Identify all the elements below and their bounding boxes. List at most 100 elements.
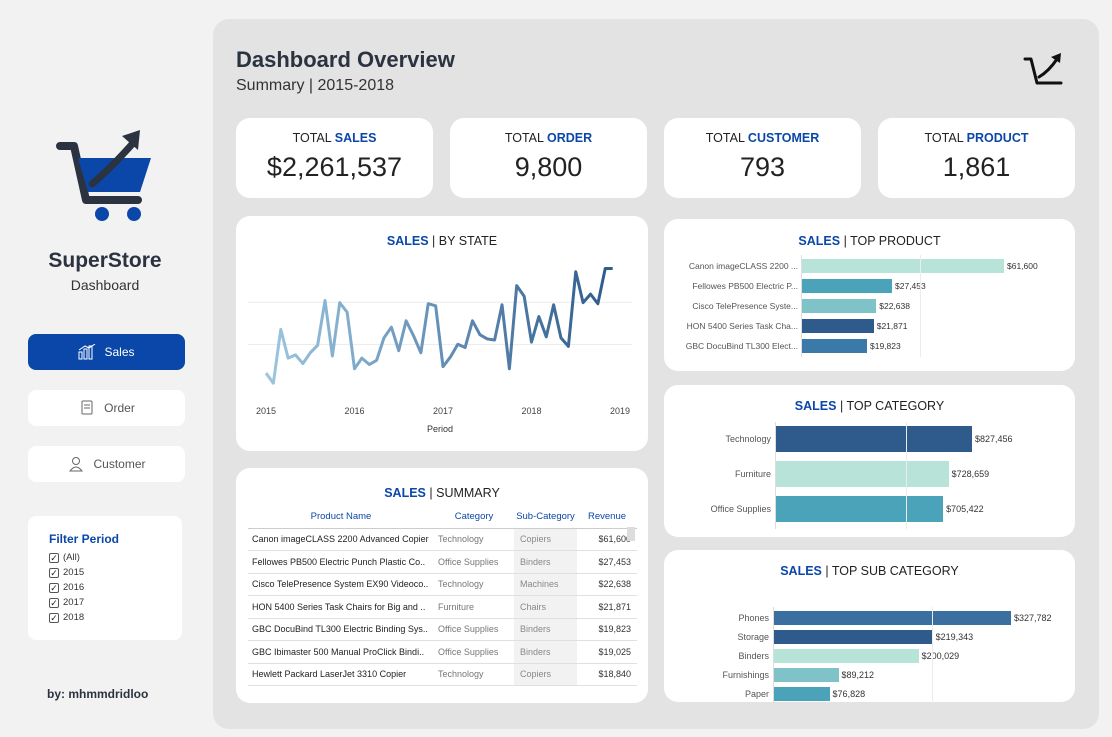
table-cell: $21,871: [577, 595, 637, 619]
column-header[interactable]: Product Name: [248, 506, 434, 529]
bar[interactable]: [774, 630, 933, 644]
bar-category-label: Furniture: [734, 469, 771, 479]
filter-option-2016[interactable]: ✓ 2016: [49, 580, 182, 595]
x-tick-label: 2018: [521, 406, 541, 416]
kpi-label: TOTAL CUSTOMER: [705, 131, 820, 145]
x-axis-label: Period: [427, 424, 453, 434]
column-header[interactable]: Revenue: [577, 506, 637, 529]
bar-value-label: $200,029: [921, 651, 960, 661]
table-row[interactable]: Canon imageCLASS 2200 Advanced Copier Tec…: [248, 528, 637, 551]
table-cell: Technology: [434, 528, 514, 551]
bar-axis-line: [775, 422, 776, 529]
bar-value-label: $61,600: [1007, 261, 1038, 271]
table-row[interactable]: Cisco TelePresence System EX90 Videoco..…: [248, 573, 637, 596]
kpi-value: $2,261,537: [266, 152, 403, 182]
bar-value-label: $705,422: [946, 504, 984, 514]
kpi-label: TOTAL ORDER: [504, 131, 593, 145]
bar[interactable]: [774, 611, 1011, 625]
author-credit: by: mhmmdridloo: [47, 687, 149, 701]
bar-grid-line: [906, 422, 907, 529]
checkbox-checked-icon[interactable]: ✓: [49, 582, 59, 593]
sales-series-line: [264, 267, 613, 385]
kpi-total-order-card: TOTAL ORDER 9,800: [450, 118, 647, 198]
table-scrollbar[interactable]: [627, 527, 635, 541]
bar[interactable]: [802, 319, 874, 333]
nav-order-label: Order: [104, 401, 135, 415]
kpi-total-customer-card: TOTAL CUSTOMER 793: [664, 118, 861, 198]
bar-category-label: Storage: [737, 632, 769, 642]
filter-option-2018[interactable]: ✓ 2018: [49, 610, 182, 625]
checkbox-checked-icon[interactable]: ✓: [49, 567, 59, 578]
sales-summary-card: SALES | SUMMARY Product Name Category Sub-…: [236, 468, 648, 703]
bar[interactable]: [802, 299, 877, 313]
table-cell: Binders: [514, 550, 577, 574]
checkbox-checked-icon[interactable]: ✓: [49, 597, 59, 608]
bar[interactable]: [776, 496, 944, 522]
table-cell: HON 5400 Series Task Chairs for Big and …: [248, 595, 434, 619]
column-header[interactable]: Category: [434, 506, 514, 529]
checkbox-checked-icon[interactable]: ✓: [49, 612, 59, 623]
table-row[interactable]: GBC DocuBind TL300 Electric Binding Sys.…: [248, 618, 637, 641]
table-cell: Office Supplies: [434, 618, 514, 641]
table-title: SALES | SUMMARY: [384, 486, 500, 500]
table-cell: Machines: [514, 573, 577, 596]
column-header[interactable]: Sub-Category: [514, 506, 577, 529]
bar-value-label: $327,782: [1014, 613, 1052, 623]
bar-value-label: $19,823: [870, 341, 901, 351]
kpi-value: 9,800: [514, 152, 583, 182]
nav-customer-label: Customer: [93, 457, 146, 471]
bar-value-label: $89,212: [841, 670, 875, 680]
user-icon: [67, 455, 85, 473]
bar-category-label: Fellowes PB500 Electric P...: [692, 281, 798, 291]
bar[interactable]: [774, 668, 839, 682]
bar[interactable]: [802, 259, 1004, 273]
table-cell: Copiers: [514, 663, 577, 686]
bar-category-label: GBC DocuBind TL300 Elect...: [685, 341, 798, 351]
kpi-value: 793: [739, 152, 786, 182]
table-row[interactable]: Fellowes PB500 Electric Punch Plastic Co…: [248, 550, 637, 574]
bar[interactable]: [774, 687, 830, 701]
bar-axis-line: [801, 255, 802, 357]
kpi-total-product-card: TOTAL PRODUCT 1,861: [878, 118, 1075, 198]
bar[interactable]: [774, 649, 919, 663]
kpi-label: TOTAL PRODUCT: [924, 131, 1029, 145]
table-cell: GBC Ibimaster 500 Manual ProClick Bindi.…: [248, 640, 434, 664]
table-cell: $22,638: [577, 573, 637, 596]
bar-category-label: HON 5400 Series Task Cha...: [686, 321, 798, 331]
table-cell: Hewlett Packard LaserJet 3310 Copier: [248, 663, 434, 686]
kpi-total-sales-card: TOTAL SALES $2,261,537: [236, 118, 433, 198]
checkbox-checked-icon[interactable]: ✓: [49, 552, 59, 563]
bar-value-label: $27,453: [895, 281, 926, 291]
bar-value-label: $21,871: [876, 321, 908, 331]
bar-value-label: $219,343: [935, 632, 974, 642]
sales-by-state-line-chart: 2015 2016 2017 2018 2019 Period: [248, 267, 632, 434]
filter-option-2017[interactable]: ✓ 2017: [49, 595, 182, 610]
bar-value-label: $728,659: [951, 469, 990, 479]
bar[interactable]: [776, 426, 972, 452]
bar[interactable]: [802, 339, 867, 353]
table-row[interactable]: Hewlett Packard LaserJet 3310 Copier Tech…: [248, 663, 637, 686]
bar[interactable]: [776, 461, 949, 487]
bar-category-label: Cisco TelePresence Syste...: [692, 301, 798, 311]
cart-growth-icon: [1023, 53, 1063, 85]
kpi-label: TOTAL SALES: [292, 131, 377, 145]
filter-title: Filter Period: [49, 532, 120, 546]
summary-table-wrapper[interactable]: Product Name Category Sub-Category Revenue …: [248, 506, 640, 728]
table-row[interactable]: GBC Ibimaster 500 Manual ProClick Bindi.…: [248, 640, 637, 664]
table-row[interactable]: HON 5400 Series Task Chairs for Big and …: [248, 595, 637, 619]
sales-by-state-card: SALES | BY STATE 2015 2016 2017 2018 2019 Per…: [236, 216, 648, 451]
bar[interactable]: [802, 279, 893, 293]
bar-grid-line: [920, 255, 921, 357]
filter-option-all[interactable]: ✓ (All): [49, 550, 182, 565]
bar-value-label: $76,828: [832, 689, 866, 699]
filter-option-2015[interactable]: ✓ 2015: [49, 565, 182, 580]
table-cell: Binders: [514, 640, 577, 664]
filter-period-panel: Filter Period ✓ (All) ✓ 2015 ✓ 2016 ✓ 2017 ✓…: [28, 516, 182, 640]
nav-sales-button[interactable]: Sales: [28, 334, 185, 370]
table-cell: $27,453: [577, 550, 637, 574]
x-tick-label: 2017: [433, 406, 453, 416]
table-header-row: Product Name Category Sub-Category Revenue: [248, 506, 637, 529]
nav-order-button[interactable]: Order: [28, 390, 185, 426]
nav-customer-button[interactable]: Customer: [28, 446, 185, 482]
table-cell: Cisco TelePresence System EX90 Videoco..: [248, 573, 434, 596]
